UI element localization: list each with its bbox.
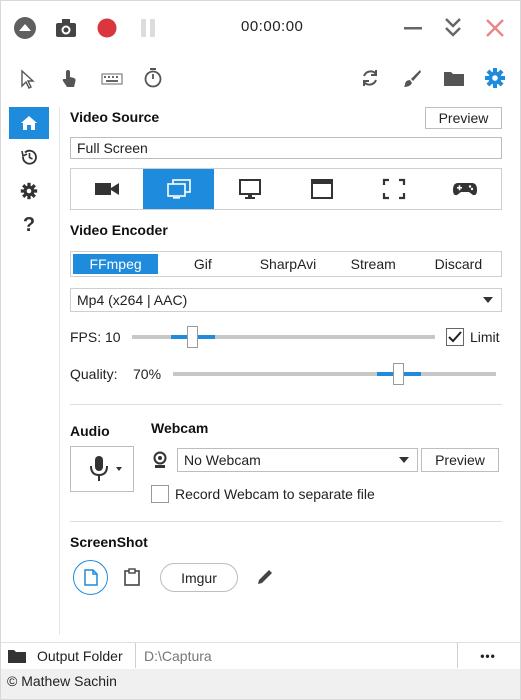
camera-icon[interactable] <box>54 16 78 40</box>
help-icon: ? <box>22 213 36 236</box>
minimize-to-tray-icon[interactable] <box>441 15 465 41</box>
status-bar: © Mathew Sachin <box>1 669 520 699</box>
video-source-field[interactable]: Full Screen <box>70 137 502 159</box>
output-folder-label: Output Folder <box>37 647 123 664</box>
tab-ffmpeg[interactable]: FFmpeg <box>73 254 159 274</box>
pencil-icon <box>258 570 272 584</box>
separate-file-label: Record Webcam to separate file <box>175 486 375 502</box>
video-source-preview-button[interactable]: Preview <box>425 107 502 129</box>
encoder-tabs: FFmpeg Gif SharpAvi Stream Discard <box>70 251 502 277</box>
divider <box>70 404 502 405</box>
video-source-selector <box>70 168 502 210</box>
file-icon <box>83 569 98 586</box>
divider <box>70 521 502 522</box>
close-icon[interactable] <box>483 16 507 40</box>
clipboard-button[interactable] <box>121 565 143 589</box>
sidebar-item-help[interactable]: ? <box>9 209 49 241</box>
webcam-icon <box>151 450 169 470</box>
clipboard-icon <box>124 568 140 586</box>
source-full-screen[interactable] <box>142 169 215 209</box>
fps-slider-thumb[interactable] <box>187 326 198 348</box>
quality-slider-track <box>173 372 496 376</box>
output-folder-bar: Output Folder D:\Captura ••• <box>1 642 520 668</box>
format-value: Mp4 (x264 | AAC) <box>77 292 188 308</box>
sidebar-divider <box>59 107 60 635</box>
chevron-down-icon <box>399 457 409 463</box>
gamepad-icon <box>453 183 478 196</box>
fps-slider[interactable] <box>132 326 435 348</box>
microphone-icon <box>90 456 122 481</box>
monitor-icon <box>239 179 262 199</box>
record-button[interactable] <box>95 16 119 40</box>
source-window[interactable] <box>286 169 358 209</box>
checkmark-icon <box>448 331 462 343</box>
audio-title: Audio <box>70 423 110 439</box>
fps-value: 10 <box>105 329 121 345</box>
pointer-icon[interactable] <box>15 67 39 91</box>
video-source-title: Video Source <box>70 109 160 125</box>
title-bar: 00:00:00 <box>1 1 520 55</box>
sidebar-item-home[interactable] <box>9 107 49 139</box>
video-encoder-title: Video Encoder <box>70 222 168 238</box>
settings-gear-icon[interactable] <box>483 66 507 90</box>
multi-screen-icon <box>166 179 191 199</box>
source-no-video[interactable] <box>71 169 143 209</box>
folder-icon <box>8 649 26 663</box>
tab-discard[interactable]: Discard <box>416 252 501 276</box>
refresh-icon[interactable] <box>358 66 382 90</box>
quality-label: Quality: <box>70 366 118 382</box>
history-icon <box>21 149 37 165</box>
sidebar-item-history[interactable] <box>9 141 49 173</box>
limit-checkbox[interactable] <box>446 328 464 346</box>
video-camera-icon <box>94 183 119 195</box>
tab-stream[interactable]: Stream <box>331 252 416 276</box>
source-device[interactable] <box>429 169 501 209</box>
timer-icon[interactable] <box>141 66 165 90</box>
collapse-icon[interactable] <box>13 16 37 40</box>
author-label: © Mathew Sachin <box>7 673 117 689</box>
format-dropdown[interactable]: Mp4 (x264 | AAC) <box>70 288 502 312</box>
sidebar-item-settings[interactable] <box>9 175 49 207</box>
more-options-button[interactable]: ••• <box>458 643 518 668</box>
minimize-icon[interactable] <box>401 17 425 39</box>
output-path-field[interactable]: D:\Captura <box>136 643 458 668</box>
output-folder-button[interactable]: Output Folder <box>1 643 136 668</box>
screenshot-title: ScreenShot <box>70 534 148 550</box>
gear-icon <box>20 182 38 200</box>
folder-icon[interactable] <box>442 66 466 90</box>
source-region[interactable] <box>358 169 430 209</box>
edit-button[interactable] <box>254 565 276 589</box>
quality-value: 70% <box>133 366 162 382</box>
fps-label: FPS: <box>70 329 102 345</box>
separate-file-checkbox[interactable] <box>151 485 169 503</box>
quality-slider-thumb[interactable] <box>393 363 404 385</box>
audio-source-button[interactable] <box>70 446 134 492</box>
tool-row <box>1 59 520 99</box>
pause-icon[interactable] <box>137 16 159 40</box>
sidebar: ? <box>9 107 51 237</box>
webcam-dropdown[interactable]: No Webcam <box>177 448 418 472</box>
webcam-title: Webcam <box>151 420 209 436</box>
brush-icon[interactable] <box>400 66 424 90</box>
save-to-disk-button[interactable] <box>73 560 108 595</box>
chevron-down-icon <box>483 297 493 303</box>
tab-gif[interactable]: Gif <box>160 252 245 276</box>
region-icon <box>382 178 405 200</box>
imgur-button[interactable]: Imgur <box>160 563 238 592</box>
app-window: 00:00:00 ? Video Source Preview Full Scr… <box>0 0 521 700</box>
keyboard-icon[interactable] <box>99 67 125 91</box>
webcam-preview-button[interactable]: Preview <box>421 448 499 472</box>
timer: 00:00:00 <box>241 18 304 35</box>
webcam-value: No Webcam <box>184 452 261 468</box>
quality-slider[interactable] <box>173 363 496 385</box>
limit-label: Limit <box>470 329 500 345</box>
home-icon <box>21 116 37 130</box>
source-screen[interactable] <box>214 169 286 209</box>
tab-sharpavi[interactable]: SharpAvi <box>245 252 330 276</box>
click-icon[interactable] <box>57 67 81 91</box>
window-icon <box>310 179 333 199</box>
